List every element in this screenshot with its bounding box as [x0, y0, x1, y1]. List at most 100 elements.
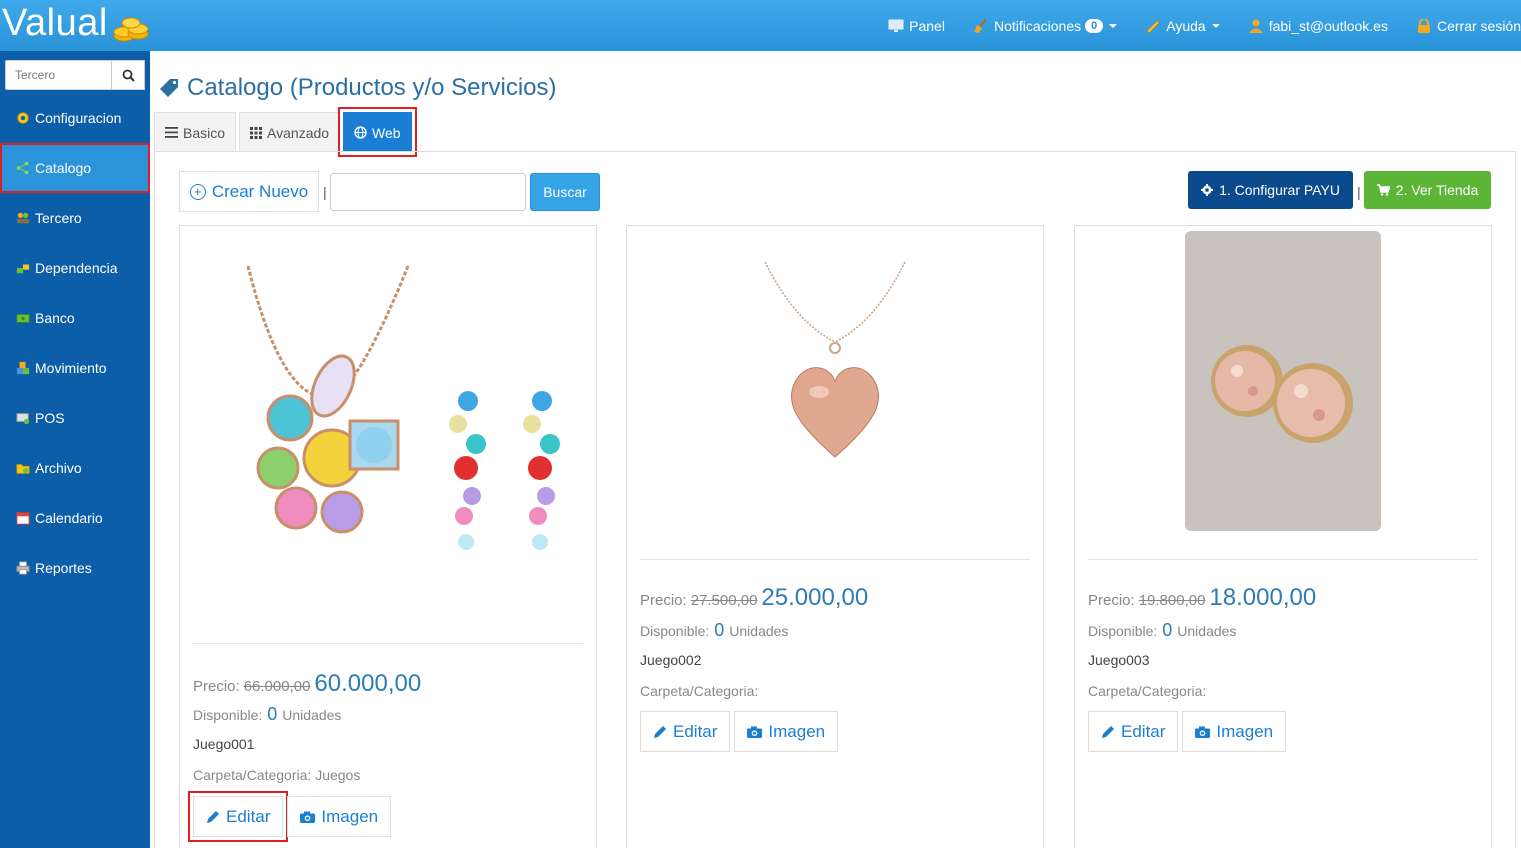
sidebar-item-tercero[interactable]: Tercero [0, 193, 150, 243]
tab-web[interactable]: Web [338, 107, 417, 157]
grid-icon [250, 126, 263, 139]
sidebar-item-movimiento[interactable]: Movimiento [0, 343, 150, 393]
image-button[interactable]: Imagen [287, 796, 392, 837]
users-icon [16, 212, 30, 224]
notification-count-badge: 0 [1085, 18, 1104, 33]
tag-icon [160, 79, 178, 97]
page-title: Catalogo (Productos y/o Servicios) [158, 74, 557, 102]
sidebar-search-button[interactable] [111, 60, 145, 90]
chevron-down-icon [1211, 23, 1220, 28]
calendar-icon [16, 512, 30, 525]
old-price: 27.500,00 [690, 592, 758, 609]
sidebar-item-label: Movimiento [35, 360, 107, 376]
sidebar-menu: Configuracion Catalogo Tercero Dependenc… [0, 93, 150, 593]
stock-row: Disponible: 0 Unidades [193, 704, 341, 725]
edit-button[interactable]: Editar [187, 791, 289, 842]
printer-icon [16, 561, 30, 575]
divider [640, 559, 1030, 560]
heart-necklace-image [764, 261, 906, 458]
price-row: Precio: 27.500,00 25.000,00 [640, 584, 868, 612]
category-row: Carpeta/Categoria: [1088, 683, 1206, 699]
stock-count: 0 [714, 620, 725, 640]
nav-logout[interactable]: Cerrar sesión [1416, 18, 1521, 34]
nav-panel[interactable]: Panel [888, 18, 945, 34]
archive-icon [16, 464, 30, 474]
sidebar-item-reportes[interactable]: Reportes [0, 543, 150, 593]
sidebar-item-configuracion[interactable]: Configuracion [0, 93, 150, 143]
create-new-label: Crear Nuevo [211, 181, 309, 201]
available-label: Disponible: [1088, 623, 1158, 639]
edit-label: Editar [226, 806, 271, 826]
sidebar-item-label: Dependencia [35, 260, 118, 276]
edit-label: Editar [673, 721, 718, 741]
camera-icon [1195, 726, 1211, 738]
sidebar-item-calendario[interactable]: Calendario [0, 493, 150, 543]
top-navbar: Valual Panel Notificaciones 0 Ayuda fabi… [0, 0, 1521, 51]
units-label: Unidades [729, 623, 789, 639]
nav-notificaciones[interactable]: Notificaciones 0 [973, 17, 1118, 34]
configure-payu-label: 1. Configurar PAYU [1219, 182, 1340, 198]
price-label: Precio: [193, 678, 240, 695]
edit-label: Editar [1121, 721, 1166, 741]
price-row: Precio: 66.000,00 60.000,00 [193, 670, 421, 698]
edit-button[interactable]: Editar [640, 711, 731, 752]
sidebar-item-label: Archivo [35, 460, 82, 476]
sidebar-item-label: Configuracion [35, 110, 122, 126]
sidebar-search [5, 60, 145, 90]
camera-icon [747, 726, 763, 738]
cart-icon [1376, 184, 1390, 196]
sidebar-item-archivo[interactable]: Archivo [0, 443, 150, 493]
tab-label: Web [372, 124, 401, 141]
nav-notificaciones-label: Notificaciones [993, 17, 1082, 34]
create-new-button[interactable]: + Crear Nuevo [179, 171, 319, 212]
edit-button[interactable]: Editar [1088, 711, 1179, 752]
separator: | [1357, 184, 1361, 200]
nav-panel-label: Panel [909, 17, 945, 34]
product-card: Precio: 19.800,00 18.000,00 Disponible: … [1074, 225, 1492, 848]
current-price: 18.000,00 [1209, 584, 1317, 611]
app-logo[interactable]: Valual [2, 2, 108, 45]
sidebar-item-label: Banco [35, 310, 75, 326]
tab-label: Avanzado [267, 124, 330, 141]
gear-icon [17, 112, 29, 124]
stock-count: 0 [1162, 620, 1173, 640]
configure-payu-button[interactable]: 1. Configurar PAYU [1188, 171, 1353, 209]
category-row: Carpeta/Categoria: [640, 683, 758, 699]
globe-icon [354, 126, 367, 139]
category-value: Juegos [315, 767, 361, 783]
pencil-icon [207, 810, 219, 823]
units-label: Unidades [1177, 623, 1237, 639]
image-label: Imagen [321, 806, 379, 826]
tab-avanzado[interactable]: Avanzado [239, 112, 341, 152]
sidebar-item-catalogo[interactable]: Catalogo [0, 143, 150, 193]
current-price: 60.000,00 [314, 670, 422, 697]
tab-basico[interactable]: Basico [154, 112, 237, 152]
catalog-search-input[interactable] [330, 173, 526, 211]
page-title-text: Catalogo (Productos y/o Servicios) [187, 74, 557, 101]
sidebar-search-input[interactable] [5, 60, 111, 90]
nav-ayuda[interactable]: Ayuda [1145, 18, 1220, 34]
movement-icon [16, 361, 30, 375]
bank-icon [16, 314, 30, 323]
camera-icon [300, 811, 316, 823]
monitor-icon [888, 19, 904, 32]
sidebar: Configuracion Catalogo Tercero Dependenc… [0, 51, 150, 848]
units-label: Unidades [282, 707, 342, 723]
sidebar-item-pos[interactable]: POS [0, 393, 150, 443]
sidebar-item-banco[interactable]: Banco [0, 293, 150, 343]
divider [193, 643, 583, 644]
image-button[interactable]: Imagen [734, 711, 839, 752]
nav-user[interactable]: fabi_st@outlook.es [1248, 18, 1388, 34]
catalog-icon [16, 161, 29, 175]
tab-label: Basico [183, 124, 226, 141]
pencil-icon [1102, 725, 1114, 738]
plus-circle-icon: + [189, 183, 206, 200]
view-store-label: 2. Ver Tienda [1395, 182, 1479, 198]
sidebar-item-label: POS [35, 410, 65, 426]
search-button[interactable]: Buscar [530, 173, 600, 211]
sidebar-item-dependencia[interactable]: Dependencia [0, 243, 150, 293]
sidebar-item-label: Reportes [35, 560, 92, 576]
view-store-button[interactable]: 2. Ver Tienda [1364, 171, 1491, 209]
product-code: Juego002 [640, 652, 702, 668]
image-button[interactable]: Imagen [1182, 711, 1287, 752]
